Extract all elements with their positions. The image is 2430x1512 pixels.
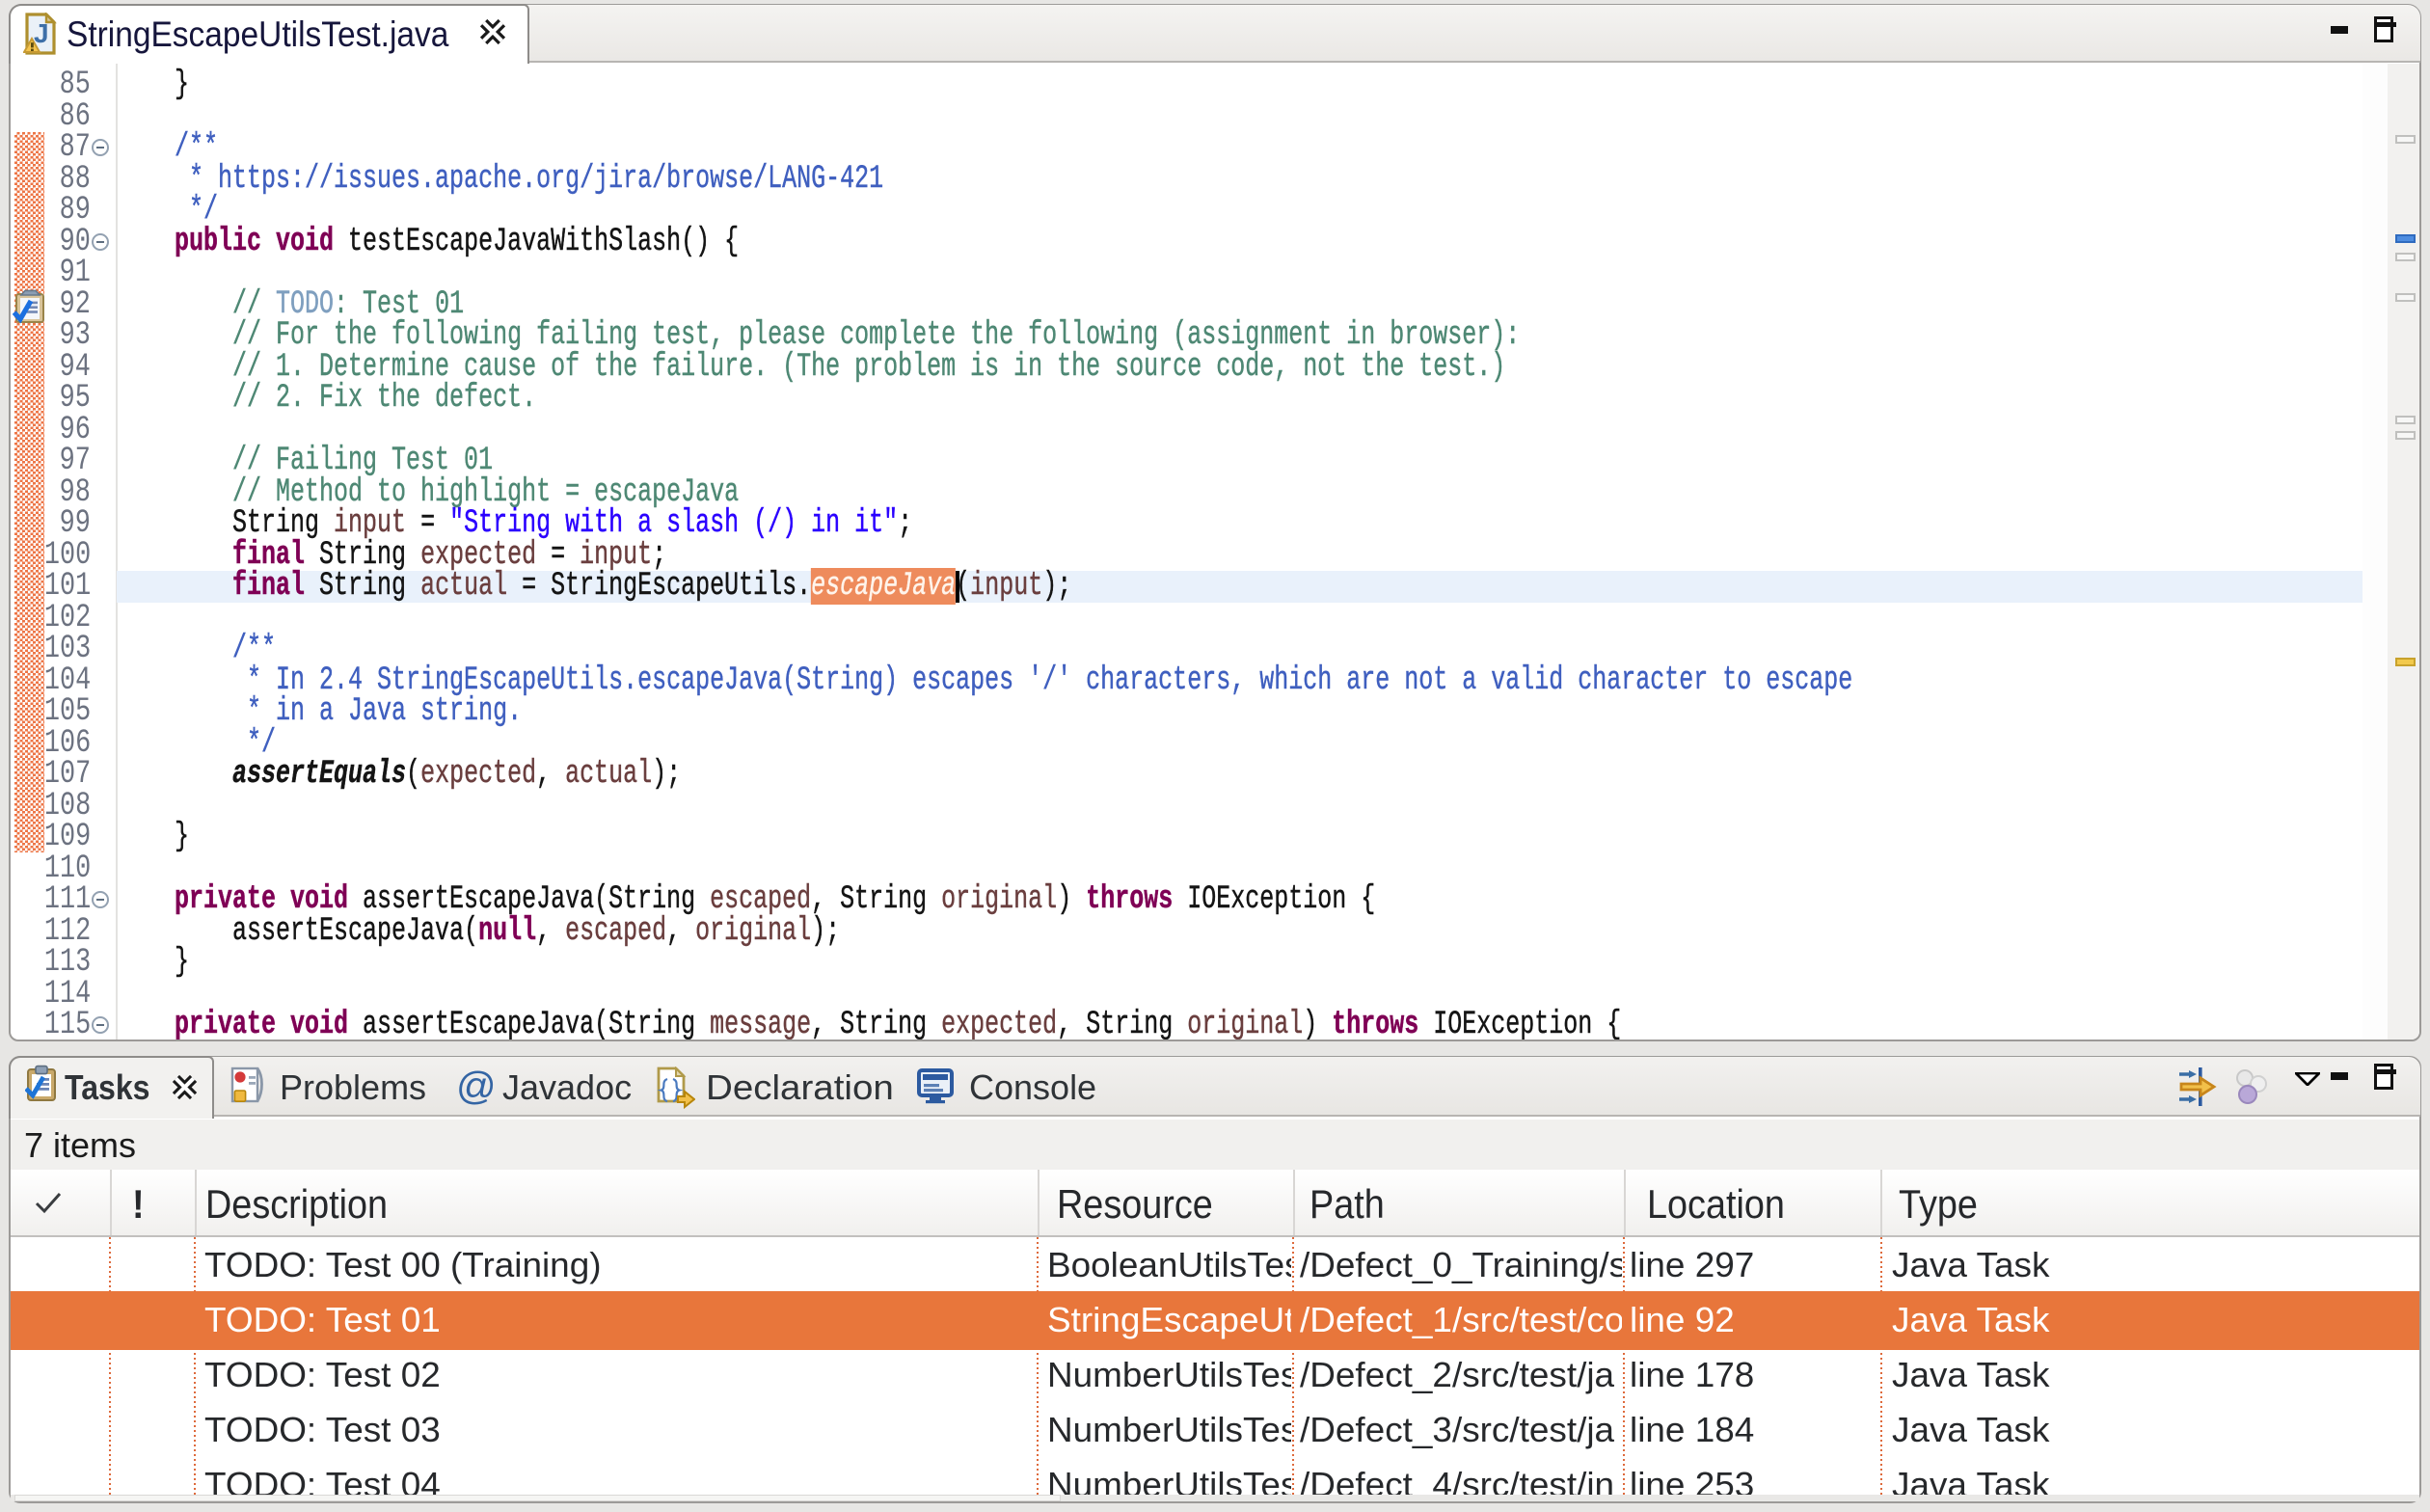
svg-text:J: J <box>34 18 49 48</box>
